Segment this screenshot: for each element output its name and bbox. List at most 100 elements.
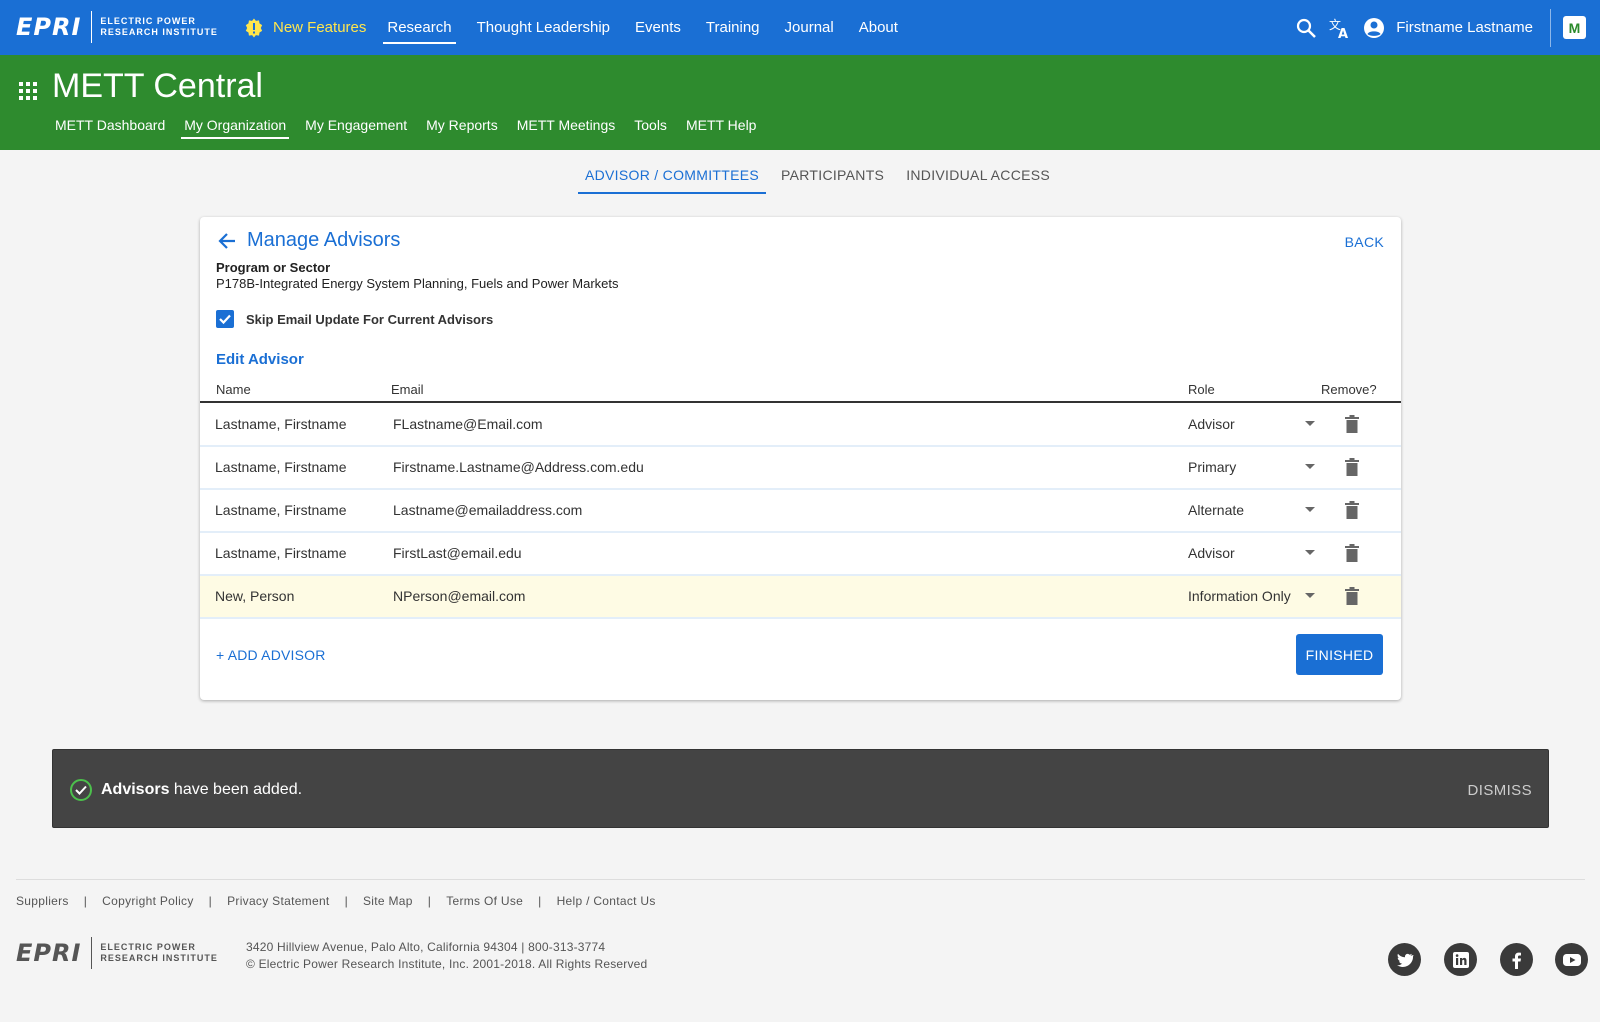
- footer-link-terms-of-use[interactable]: Terms Of Use: [446, 894, 523, 908]
- account-icon[interactable]: [1362, 16, 1386, 40]
- nav-training[interactable]: Training: [702, 11, 764, 44]
- card-title: Manage Advisors: [247, 229, 401, 251]
- epri-logo[interactable]: EPRI ELECTRIC POWER RESEARCH INSTITUTE: [16, 11, 218, 43]
- global-nav: New Features Research Thought Leadership…: [244, 0, 919, 55]
- logo-mark: EPRI: [16, 13, 82, 41]
- new-features-label: New Features: [273, 19, 367, 36]
- footer-link-copyright-policy[interactable]: Copyright Policy: [102, 894, 194, 908]
- header-utilities: 文 A Firstname Lastname M: [1294, 0, 1600, 55]
- trash-icon[interactable]: [1342, 500, 1362, 520]
- nav-thought-leadership[interactable]: Thought Leadership: [473, 11, 614, 44]
- column-name: Name: [216, 382, 251, 397]
- role-select[interactable]: Primary: [1188, 459, 1236, 475]
- back-button[interactable]: BACK: [1345, 234, 1384, 250]
- advisor-email: Lastname@emailaddress.com: [393, 502, 583, 518]
- advisor-email: FLastname@Email.com: [393, 416, 543, 432]
- role-select[interactable]: Information Only: [1188, 588, 1291, 604]
- table-row: Lastname, Firstname FLastname@Email.com …: [200, 404, 1401, 447]
- finished-button[interactable]: FINISHED: [1296, 634, 1383, 675]
- app-subnav: METT Dashboard My Organization My Engage…: [52, 113, 772, 139]
- linkedin-icon[interactable]: [1444, 943, 1477, 976]
- facebook-icon[interactable]: [1500, 943, 1533, 976]
- role-select[interactable]: Advisor: [1188, 545, 1235, 561]
- add-advisor-button[interactable]: + ADD ADVISOR: [216, 647, 326, 663]
- linkedin-glyph: [1452, 951, 1469, 968]
- toast-message: Advisors have been added.: [101, 781, 302, 799]
- footer-link-help-contact[interactable]: Help / Contact Us: [557, 894, 656, 908]
- apps-grid-icon[interactable]: [19, 82, 37, 100]
- search-icon[interactable]: [1294, 16, 1318, 40]
- footer-link-privacy-statement[interactable]: Privacy Statement: [227, 894, 329, 908]
- role-dropdown-icon[interactable]: [1305, 421, 1315, 426]
- role-dropdown-icon[interactable]: [1305, 550, 1315, 555]
- subnav-my-engagement[interactable]: My Engagement: [302, 113, 410, 139]
- success-toast: Advisors have been added. DISMISS: [52, 749, 1549, 828]
- advisor-name: New, Person: [215, 588, 295, 604]
- table-row-new: New, Person NPerson@email.com Informatio…: [200, 576, 1401, 619]
- trash-icon[interactable]: [1342, 543, 1362, 563]
- role-dropdown-icon[interactable]: [1305, 464, 1315, 469]
- subnav-tools[interactable]: Tools: [631, 113, 670, 139]
- new-features-link[interactable]: New Features: [244, 17, 367, 38]
- tab-individual-access[interactable]: INDIVIDUAL ACCESS: [899, 160, 1057, 194]
- translate-icon[interactable]: 文 A: [1328, 16, 1352, 40]
- subnav-mett-meetings[interactable]: METT Meetings: [514, 113, 619, 139]
- back-arrow-icon[interactable]: [216, 230, 238, 252]
- advisor-table-body: Lastname, Firstname FLastname@Email.com …: [200, 404, 1401, 619]
- tab-participants[interactable]: PARTICIPANTS: [774, 160, 891, 194]
- role-dropdown-icon[interactable]: [1305, 507, 1315, 512]
- footer-separator: |: [344, 894, 348, 908]
- footer-separator: |: [538, 894, 542, 908]
- skip-email-checkbox[interactable]: [216, 310, 234, 328]
- card-header: Manage Advisors: [216, 229, 400, 252]
- tab-advisor-committees[interactable]: ADVISOR / COMMITTEES: [578, 160, 767, 194]
- column-remove: Remove?: [1321, 382, 1377, 397]
- nav-about[interactable]: About: [855, 11, 902, 44]
- subnav-mett-help[interactable]: METT Help: [683, 113, 760, 139]
- app-header: METT Central METT Dashboard My Organizat…: [0, 55, 1600, 150]
- advisor-email: Firstname.Lastname@Address.com.edu: [393, 459, 644, 475]
- facebook-glyph: [1512, 952, 1521, 969]
- footer-logo[interactable]: EPRI ELECTRIC POWER RESEARCH INSTITUTE: [16, 937, 218, 969]
- footer-link-suppliers[interactable]: Suppliers: [16, 894, 69, 908]
- new-features-badge-icon: [245, 17, 263, 37]
- nav-research[interactable]: Research: [383, 11, 456, 44]
- table-row: Lastname, Firstname FirstLast@email.edu …: [200, 533, 1401, 576]
- advisor-name: Lastname, Firstname: [215, 459, 347, 475]
- footer-link-site-map[interactable]: Site Map: [363, 894, 413, 908]
- role-select[interactable]: Advisor: [1188, 416, 1235, 432]
- trash-icon[interactable]: [1342, 414, 1362, 434]
- app-switcher-button[interactable]: M: [1563, 16, 1586, 39]
- footer-address: 3420 Hillview Avenue, Palo Alto, Califor…: [246, 940, 606, 954]
- skip-email-option[interactable]: Skip Email Update For Current Advisors: [216, 310, 493, 328]
- trash-icon[interactable]: [1342, 586, 1362, 606]
- footer-logo-mark: EPRI: [16, 939, 82, 967]
- toast-message-bold: Advisors: [101, 781, 170, 798]
- twitter-icon[interactable]: [1388, 943, 1421, 976]
- twitter-glyph: [1396, 953, 1413, 967]
- role-dropdown-icon[interactable]: [1305, 593, 1315, 598]
- column-role: Role: [1188, 382, 1215, 397]
- svg-text:A: A: [1338, 27, 1348, 40]
- header-divider: [1550, 8, 1551, 47]
- nav-journal[interactable]: Journal: [781, 11, 838, 44]
- subnav-my-organization[interactable]: My Organization: [181, 113, 290, 139]
- edit-advisor-title: Edit Advisor: [216, 351, 304, 368]
- advisor-email: NPerson@email.com: [393, 588, 526, 604]
- program-value: P178B-Integrated Energy System Planning,…: [216, 276, 619, 291]
- advisor-table-header: Name Email Role Remove?: [200, 376, 1401, 403]
- checkmark-icon: [219, 314, 231, 325]
- dismiss-button[interactable]: DISMISS: [1468, 782, 1532, 799]
- subnav-mett-dashboard[interactable]: METT Dashboard: [52, 113, 168, 139]
- user-name[interactable]: Firstname Lastname: [1396, 19, 1533, 36]
- logo-text: ELECTRIC POWER RESEARCH INSTITUTE: [100, 16, 218, 37]
- subnav-my-reports[interactable]: My Reports: [423, 113, 501, 139]
- role-select[interactable]: Alternate: [1188, 502, 1244, 518]
- global-header: EPRI ELECTRIC POWER RESEARCH INSTITUTE N…: [0, 0, 1600, 55]
- app-title: METT Central: [52, 67, 263, 105]
- nav-events[interactable]: Events: [631, 11, 685, 44]
- table-row: Lastname, Firstname Lastname@emailaddres…: [200, 490, 1401, 533]
- table-row: Lastname, Firstname Firstname.Lastname@A…: [200, 447, 1401, 490]
- youtube-icon[interactable]: [1555, 943, 1588, 976]
- trash-icon[interactable]: [1342, 457, 1362, 477]
